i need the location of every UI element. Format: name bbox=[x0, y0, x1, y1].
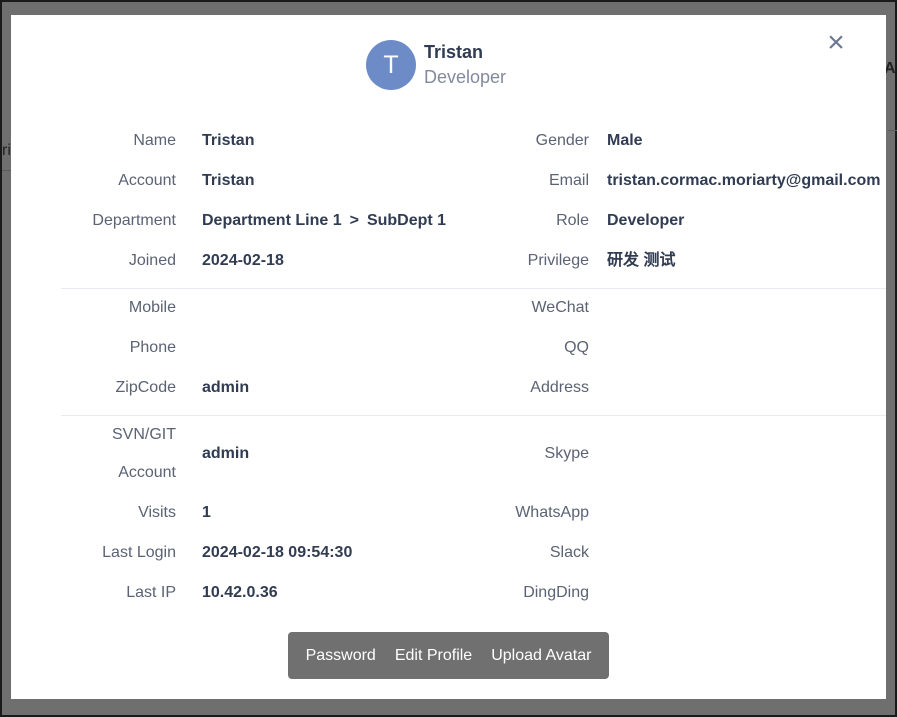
slack-label: Slack bbox=[549, 544, 589, 561]
name-label: Name bbox=[133, 132, 176, 149]
background-text-fragment: ri bbox=[2, 142, 11, 159]
background-divider bbox=[2, 170, 11, 171]
svn-account-label-line2: Account bbox=[118, 464, 176, 481]
joined-value: 2024-02-18 bbox=[202, 252, 284, 269]
last-ip-value: 10.42.0.36 bbox=[202, 584, 278, 601]
last-login-label: Last Login bbox=[102, 544, 176, 561]
gender-value: Male bbox=[607, 132, 643, 149]
email-value: tristan.cormac.moriarty@gmail.com bbox=[607, 172, 881, 189]
account-value: Tristan bbox=[202, 172, 255, 189]
mobile-label: Mobile bbox=[128, 299, 176, 316]
password-button[interactable]: Password bbox=[306, 647, 376, 665]
dingding-label: DingDing bbox=[523, 584, 589, 601]
address-label: Address bbox=[530, 379, 589, 396]
department-sub: SubDept 1 bbox=[366, 212, 447, 229]
svn-account-label-line1: SVN/GIT bbox=[111, 426, 176, 443]
last-login-value: 2024-02-18 09:54:30 bbox=[202, 544, 353, 561]
email-label: Email bbox=[548, 172, 589, 189]
account-label: Account bbox=[118, 172, 176, 189]
wechat-label: WeChat bbox=[531, 299, 589, 316]
department-label: Department bbox=[92, 212, 176, 229]
upload-avatar-button[interactable]: Upload Avatar bbox=[491, 647, 591, 665]
background-divider bbox=[888, 130, 897, 131]
section-divider bbox=[61, 415, 886, 416]
privilege-label: Privilege bbox=[527, 252, 589, 269]
section-divider bbox=[61, 288, 886, 289]
whatsapp-label: WhatsApp bbox=[515, 504, 589, 521]
zipcode-value: admin bbox=[202, 379, 250, 396]
visits-value: 1 bbox=[202, 504, 211, 521]
department-value: Department Line 1 > SubDept 1 bbox=[202, 211, 446, 231]
profile-role: Developer bbox=[424, 67, 507, 87]
gender-label: Gender bbox=[535, 132, 589, 149]
joined-label: Joined bbox=[128, 252, 176, 269]
phone-label: Phone bbox=[129, 339, 176, 356]
qq-label: QQ bbox=[564, 339, 589, 356]
user-profile-dialog: × T Tristan Developer Name Tristan Gende… bbox=[11, 15, 886, 699]
chevron-right-icon: > bbox=[349, 212, 359, 229]
close-icon[interactable]: × bbox=[824, 28, 848, 58]
skype-label: Skype bbox=[544, 445, 589, 462]
svn-account-value: admin bbox=[202, 445, 250, 462]
edit-profile-button[interactable]: Edit Profile bbox=[395, 647, 472, 665]
avatar: T bbox=[366, 40, 416, 90]
visits-label: Visits bbox=[138, 504, 176, 521]
profile-actions-bar: Password Edit Profile Upload Avatar bbox=[288, 632, 609, 679]
role-label: Role bbox=[556, 212, 589, 229]
last-ip-label: Last IP bbox=[126, 584, 176, 601]
privilege-value: 研发 测试 bbox=[607, 252, 676, 269]
department-line: Department Line 1 bbox=[202, 212, 342, 229]
name-value: Tristan bbox=[202, 132, 255, 149]
role-value: Developer bbox=[607, 212, 685, 229]
profile-name: Tristan bbox=[424, 42, 484, 62]
zipcode-label: ZipCode bbox=[115, 379, 176, 396]
